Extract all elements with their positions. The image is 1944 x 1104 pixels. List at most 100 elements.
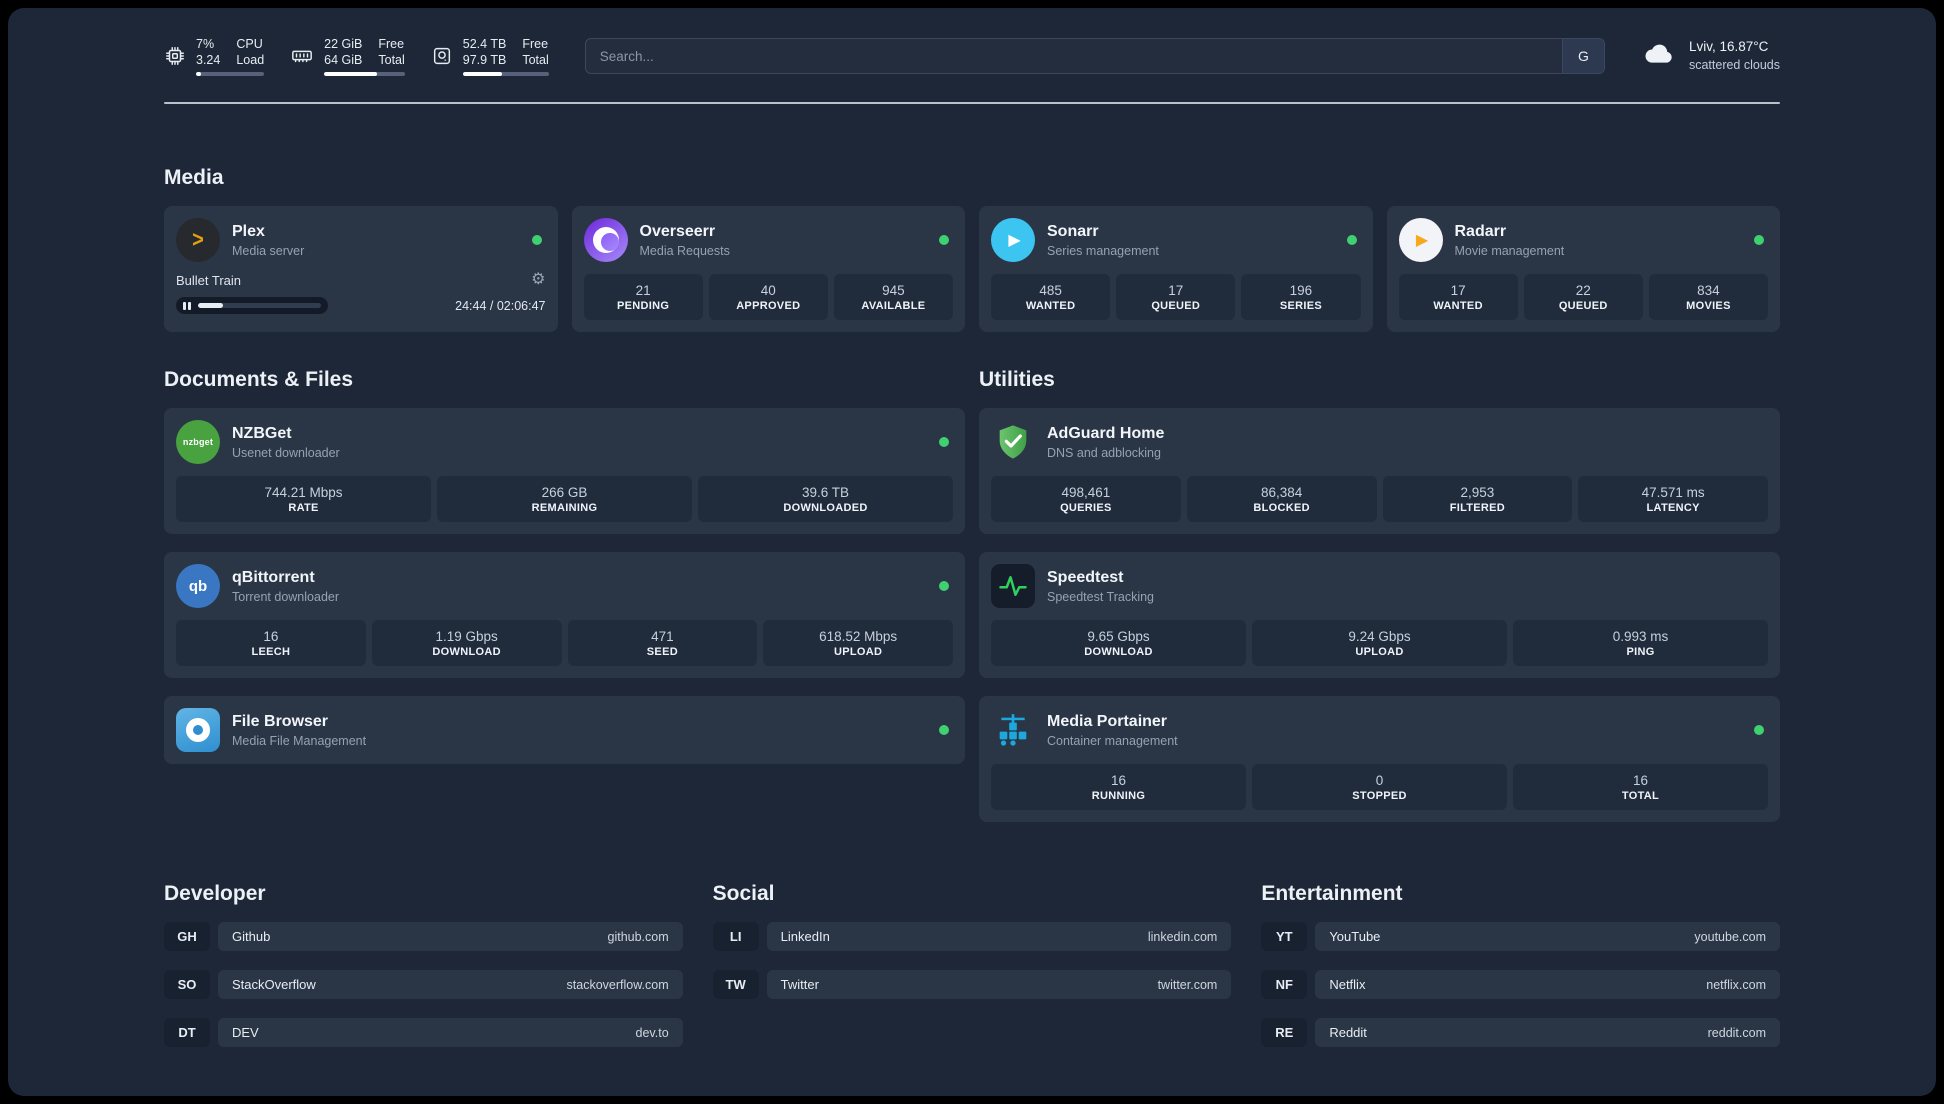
cpu-usage-fill bbox=[196, 72, 201, 77]
stat-label: BLOCKED bbox=[1253, 501, 1310, 514]
stat-value: 86,384 bbox=[1260, 484, 1303, 500]
stat-value: 16 bbox=[263, 628, 279, 644]
disk-icon bbox=[431, 45, 453, 67]
app-card-nzbget[interactable]: nzbget NZBGet Usenet downloader 744.21 M… bbox=[164, 408, 965, 534]
app-card-overseerr[interactable]: Overseerr Media Requests 21 PENDING 40 APP… bbox=[571, 206, 965, 332]
stat-tile: 196 SERIES bbox=[1241, 274, 1361, 320]
stat-value: 485 bbox=[1039, 282, 1062, 298]
stat-value: 2,953 bbox=[1460, 484, 1495, 500]
app-card-portainer[interactable]: Media Portainer Container management 16 R… bbox=[979, 696, 1780, 822]
header-divider bbox=[164, 102, 1780, 104]
top-bar: 7% 3.24 CPU Load 22 GiB 64 GiB Free Tota… bbox=[164, 34, 1780, 78]
search-input[interactable] bbox=[585, 39, 1562, 73]
stat-label: LEECH bbox=[251, 645, 291, 658]
app-card-speedtest[interactable]: Speedtest Speedtest Tracking 9.65 Gbps DO… bbox=[979, 552, 1780, 678]
stat-value: 9.65 Gbps bbox=[1087, 628, 1150, 644]
portainer-icon bbox=[991, 708, 1035, 752]
bookmark-abbr: NF bbox=[1261, 970, 1308, 999]
app-name: Plex bbox=[232, 222, 265, 240]
stat-value: 22 bbox=[1575, 282, 1591, 298]
storage-free-value: 52.4 TB bbox=[462, 36, 507, 51]
bookmark-name: Reddit bbox=[1329, 1025, 1367, 1040]
stat-value: 0.993 ms bbox=[1612, 628, 1669, 644]
cpu-load-value: 3.24 bbox=[196, 53, 221, 67]
radarr-icon: ▶ bbox=[1398, 218, 1443, 262]
app-card-plex[interactable]: > Plex Media server Bullet Train ⚙ 24:44… bbox=[164, 206, 558, 332]
stat-label: QUEUED bbox=[1558, 299, 1608, 312]
stat-tile: 618.52 Mbps UPLOAD bbox=[763, 620, 953, 666]
bookmark-twitter[interactable]: TW Twitter twitter.com bbox=[712, 970, 1232, 999]
stat-tile: 21 PENDING bbox=[583, 274, 703, 320]
app-desc: Usenet downloader bbox=[232, 446, 340, 461]
play-glyph: ▶ bbox=[1008, 232, 1021, 249]
stat-tile: 945 AVAILABLE bbox=[833, 274, 954, 320]
stat-tile: 498,461 QUERIES bbox=[991, 476, 1181, 522]
cpu-percent: 7% bbox=[196, 36, 215, 51]
app-name: AdGuard Home bbox=[1047, 424, 1165, 442]
storage-usage-bar bbox=[462, 72, 549, 77]
status-dot bbox=[939, 235, 949, 245]
bookmark-netflix[interactable]: NF Netflix netflix.com bbox=[1261, 970, 1780, 999]
cloud-icon bbox=[1641, 41, 1677, 72]
stat-label: STOPPED bbox=[1352, 789, 1407, 802]
stat-label: REMAINING bbox=[531, 501, 598, 514]
plex-chevron-glyph: > bbox=[192, 226, 204, 253]
app-desc: DNS and adblocking bbox=[1047, 446, 1161, 461]
stat-value: 9.24 Gbps bbox=[1348, 628, 1411, 644]
bookmark-stackoverflow[interactable]: SO StackOverflow stackoverflow.com bbox=[164, 970, 683, 999]
stat-label: UPLOAD bbox=[1355, 645, 1404, 658]
app-card-radarr[interactable]: ▶ Radarr Movie management 17 WANTED 22 QUE… bbox=[1386, 206, 1780, 332]
status-dot bbox=[1754, 235, 1764, 245]
app-card-filebrowser[interactable]: File Browser Media File Management bbox=[164, 696, 965, 764]
bookmark-abbr: DT bbox=[164, 1018, 210, 1047]
stat-tile: 834 MOVIES bbox=[1648, 274, 1769, 320]
app-card-qbittorrent[interactable]: qb qBittorrent Torrent downloader 16 LEEC… bbox=[164, 552, 965, 678]
stat-tile: 0.993 ms PING bbox=[1513, 620, 1768, 666]
app-name: Speedtest bbox=[1047, 568, 1124, 586]
bookmark-name: Netflix bbox=[1329, 977, 1366, 992]
memory-free-value: 22 GiB bbox=[324, 36, 363, 51]
bookmark-github[interactable]: GH Github github.com bbox=[164, 922, 683, 951]
stat-label: UPLOAD bbox=[834, 645, 883, 658]
stat-tile: 16 LEECH bbox=[176, 620, 366, 666]
speedtest-icon bbox=[991, 564, 1035, 608]
bookmark-url: netflix.com bbox=[1706, 977, 1766, 992]
stat-label: FILTERED bbox=[1449, 501, 1506, 514]
bookmark-youtube[interactable]: YT YouTube youtube.com bbox=[1261, 922, 1780, 951]
filebrowser-icon bbox=[176, 708, 220, 752]
gear-icon[interactable]: ⚙ bbox=[531, 272, 545, 288]
plex-now-playing: Bullet Train ⚙ 24:44 / 02:06:47 bbox=[176, 272, 546, 314]
stat-value: 21 bbox=[635, 282, 651, 298]
bookmark-reddit[interactable]: RE Reddit reddit.com bbox=[1261, 1018, 1780, 1047]
ram-icon bbox=[290, 45, 314, 67]
stat-label: WANTED bbox=[1433, 299, 1483, 312]
stat-value: 618.52 Mbps bbox=[819, 628, 898, 644]
stat-label: SEED bbox=[646, 645, 678, 658]
app-card-adguard[interactable]: AdGuard Home DNS and adblocking 498,461 Q… bbox=[979, 408, 1780, 534]
section-title-developer: Developer bbox=[164, 882, 266, 905]
bookmark-abbr: LI bbox=[712, 922, 759, 951]
search-bar: G bbox=[584, 38, 1605, 74]
stat-label: AVAILABLE bbox=[861, 299, 926, 312]
section-title-utilities: Utilities bbox=[979, 368, 1055, 391]
bookmark-linkedin[interactable]: LI LinkedIn linkedin.com bbox=[712, 922, 1232, 951]
pause-icon[interactable] bbox=[183, 301, 191, 310]
stat-value: 40 bbox=[760, 282, 776, 298]
bookmark-dev[interactable]: DT DEV dev.to bbox=[164, 1018, 683, 1047]
playback-progress-fill bbox=[198, 303, 223, 308]
stat-value: 945 bbox=[882, 282, 905, 298]
stat-tile: 471 SEED bbox=[567, 620, 758, 666]
app-name: Radarr bbox=[1454, 222, 1507, 240]
stat-value: 16 bbox=[1110, 772, 1127, 788]
stat-value: 16 bbox=[1632, 772, 1649, 788]
app-desc: Movie management bbox=[1454, 244, 1565, 259]
now-playing-title: Bullet Train bbox=[176, 272, 242, 288]
search-provider-button[interactable]: G bbox=[1561, 39, 1604, 73]
app-card-sonarr[interactable]: ▶ Sonarr Series management 485 WANTED 17 Q… bbox=[979, 206, 1373, 332]
stat-tile: 744.21 Mbps RATE bbox=[176, 476, 431, 522]
sonarr-icon: ▶ bbox=[991, 218, 1035, 262]
section-title-media: Media bbox=[164, 166, 224, 189]
playback-progress-bar[interactable] bbox=[176, 297, 328, 314]
weather-condition: scattered clouds bbox=[1688, 57, 1780, 72]
cpu-usage-bar bbox=[196, 72, 265, 77]
